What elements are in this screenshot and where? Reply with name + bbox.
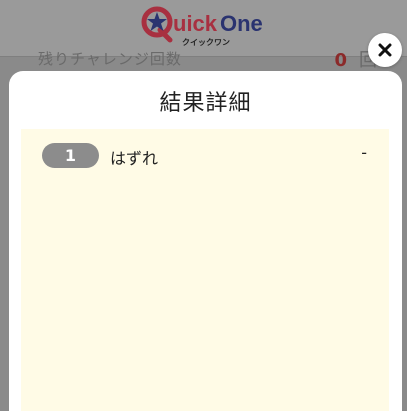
screen: uick One クイックワン 残りチャレンジ回数 0回 結果詳細 1 はずれ …	[0, 0, 407, 411]
result-detail-modal: 結果詳細 1 はずれ -	[9, 71, 402, 411]
remaining-challenges-label: 残りチャレンジ回数	[38, 50, 182, 68]
result-row: 1 はずれ -	[21, 129, 389, 183]
svg-text:uick: uick	[173, 11, 218, 36]
result-value: -	[361, 143, 367, 162]
result-label: はずれ	[110, 149, 159, 168]
result-number-badge: 1	[42, 143, 99, 168]
remaining-challenges-count: 0	[334, 50, 347, 71]
close-button[interactable]	[368, 33, 402, 67]
remaining-challenges-row: 残りチャレンジ回数 0回	[0, 44, 407, 71]
result-panel: 1 はずれ -	[21, 129, 389, 411]
svg-text:One: One	[220, 11, 263, 36]
modal-title: 結果詳細	[159, 91, 252, 116]
close-icon	[378, 43, 392, 57]
quickone-logo: uick One クイックワン	[141, 6, 263, 47]
